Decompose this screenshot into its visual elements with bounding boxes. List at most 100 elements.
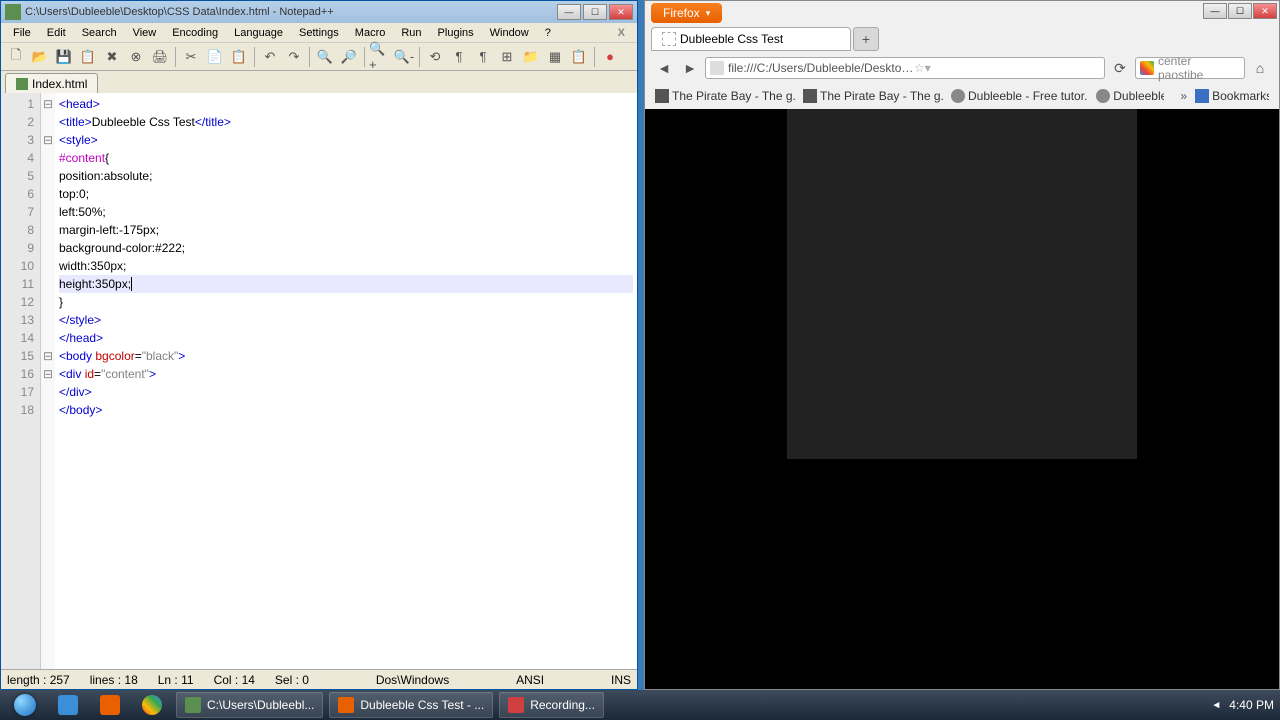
status-encoding: ANSI: [516, 673, 544, 687]
menu-window[interactable]: Window: [482, 25, 537, 41]
menu-file[interactable]: File: [5, 25, 39, 41]
menu-settings[interactable]: Settings: [291, 25, 347, 41]
tab-label: Index.html: [32, 77, 87, 91]
taskbar-label: C:\Users\Dubleebl...: [207, 698, 314, 712]
save-icon[interactable]: 💾: [53, 46, 75, 68]
bookmark-label: The Pirate Bay - The g...: [672, 89, 795, 103]
menu-edit[interactable]: Edit: [39, 25, 74, 41]
tab-bar: Index.html: [1, 71, 637, 93]
statusbar: length : 257 lines : 18 Ln : 11 Col : 14…: [1, 669, 637, 689]
home-button[interactable]: ⌂: [1249, 57, 1271, 79]
folder-tree-icon[interactable]: 📁: [520, 46, 542, 68]
menu-macro[interactable]: Macro: [347, 25, 394, 41]
record-macro-icon[interactable]: ●: [599, 46, 621, 68]
menu-view[interactable]: View: [125, 25, 165, 41]
file-icon: [16, 78, 28, 90]
paste-icon[interactable]: 📋: [228, 46, 250, 68]
reload-button[interactable]: ⟳: [1109, 57, 1131, 79]
content-div: [787, 109, 1137, 459]
bookmark-star-icon[interactable]: ☆▾: [914, 61, 1100, 75]
favicon-icon: [1096, 89, 1110, 103]
show-all-chars-icon[interactable]: ¶: [472, 46, 494, 68]
close-button[interactable]: ✕: [1253, 3, 1277, 19]
separator: [309, 47, 310, 67]
pinned-chrome[interactable]: [134, 692, 170, 718]
menu-language[interactable]: Language: [226, 25, 291, 41]
tab-close-x[interactable]: X: [610, 25, 633, 41]
pinned-firefox[interactable]: [92, 692, 128, 718]
code-area[interactable]: <head><title>Dubleeble Css Test</title><…: [55, 93, 637, 669]
forward-button[interactable]: ►: [679, 57, 701, 79]
cut-icon[interactable]: ✂: [180, 46, 202, 68]
bookmarks-toolbar: The Pirate Bay - The g... The Pirate Bay…: [651, 85, 1273, 107]
bookmark-item[interactable]: The Pirate Bay - The g...: [803, 89, 943, 103]
sync-icon[interactable]: ⟲: [424, 46, 446, 68]
find-icon[interactable]: 🔍: [314, 46, 336, 68]
start-button[interactable]: [6, 692, 44, 718]
minimize-button[interactable]: —: [557, 4, 581, 20]
titlebar[interactable]: C:\Users\Dubleeble\Desktop\CSS Data\Inde…: [1, 1, 637, 23]
site-identity-icon[interactable]: [710, 61, 724, 75]
zoom-in-icon[interactable]: 🔍+: [369, 46, 391, 68]
status-eol: Dos\Windows: [376, 673, 449, 687]
menu-encoding[interactable]: Encoding: [164, 25, 226, 41]
firefox-icon: [100, 695, 120, 715]
bookmark-item[interactable]: Dubleeble: [1096, 89, 1164, 103]
line-gutter: 123456789101112131415161718: [1, 93, 41, 669]
menu-plugins[interactable]: Plugins: [430, 25, 482, 41]
editor-area[interactable]: 123456789101112131415161718 ⊟⊟⊟⊟ <head><…: [1, 93, 637, 669]
separator: [364, 47, 365, 67]
app-icon: [508, 697, 524, 713]
bookmark-item[interactable]: The Pirate Bay - The g...: [655, 89, 795, 103]
bookmarks-overflow-icon[interactable]: »: [1180, 89, 1187, 103]
func-list-icon[interactable]: 📋: [568, 46, 590, 68]
indent-guide-icon[interactable]: ⊞: [496, 46, 518, 68]
bookmark-item[interactable]: Dubleeble - Free tutor...: [951, 89, 1088, 103]
bookmark-label: Dubleeble - Free tutor...: [968, 89, 1088, 103]
minimize-button[interactable]: —: [1203, 3, 1227, 19]
system-tray[interactable]: ◄ 4:40 PM: [1211, 698, 1274, 712]
wrap-icon[interactable]: ¶: [448, 46, 470, 68]
new-file-icon[interactable]: 🗋: [5, 46, 27, 68]
maximize-button[interactable]: ☐: [583, 4, 607, 20]
browser-tab[interactable]: Dubleeble Css Test: [651, 27, 851, 51]
close-all-icon[interactable]: ⊗: [125, 46, 147, 68]
separator: [254, 47, 255, 67]
taskbar: C:\Users\Dubleebl... Dubleeble Css Test …: [0, 690, 1280, 720]
taskbar-label: Recording...: [530, 698, 595, 712]
fold-column[interactable]: ⊟⊟⊟⊟: [41, 93, 55, 669]
back-button[interactable]: ◄: [653, 57, 675, 79]
url-bar[interactable]: file:///C:/Users/Dubleeble/Desktop/CSS D…: [705, 57, 1105, 79]
tray-overflow-icon[interactable]: ◄: [1211, 700, 1221, 711]
firefox-menu-button[interactable]: Firefox: [651, 3, 722, 23]
undo-icon[interactable]: ↶: [259, 46, 281, 68]
save-all-icon[interactable]: 📋: [77, 46, 99, 68]
redo-icon[interactable]: ↷: [283, 46, 305, 68]
taskbar-item-recording[interactable]: Recording...: [499, 692, 604, 718]
copy-icon[interactable]: 📄: [204, 46, 226, 68]
doc-map-icon[interactable]: ▦: [544, 46, 566, 68]
close-button[interactable]: ✕: [609, 4, 633, 20]
taskbar-item-notepadpp[interactable]: C:\Users\Dubleebl...: [176, 692, 323, 718]
new-tab-button[interactable]: +: [853, 27, 879, 51]
pinned-ie[interactable]: [50, 692, 86, 718]
taskbar-item-firefox[interactable]: Dubleeble Css Test - ...: [329, 692, 493, 718]
maximize-button[interactable]: ☐: [1228, 3, 1252, 19]
menu-search[interactable]: Search: [74, 25, 125, 41]
page-viewport[interactable]: [645, 109, 1279, 689]
clock[interactable]: 4:40 PM: [1229, 698, 1274, 712]
editor-tab[interactable]: Index.html: [5, 73, 98, 93]
url-text: file:///C:/Users/Dubleeble/Desktop/CSS D…: [728, 61, 914, 75]
nav-toolbar: ◄ ► file:///C:/Users/Dubleeble/Desktop/C…: [651, 53, 1273, 83]
open-file-icon[interactable]: 📂: [29, 46, 51, 68]
bookmarks-menu[interactable]: Bookmarks: [1195, 89, 1269, 103]
notepadpp-window: C:\Users\Dubleeble\Desktop\CSS Data\Inde…: [0, 0, 638, 690]
menu-help[interactable]: ?: [537, 25, 559, 41]
close-file-icon[interactable]: ✖: [101, 46, 123, 68]
print-icon[interactable]: 🖨: [149, 46, 171, 68]
menu-run[interactable]: Run: [393, 25, 429, 41]
app-icon: [185, 697, 201, 713]
replace-icon[interactable]: 🔎: [338, 46, 360, 68]
zoom-out-icon[interactable]: 🔍-: [393, 46, 415, 68]
search-bar[interactable]: center paostibe: [1135, 57, 1245, 79]
